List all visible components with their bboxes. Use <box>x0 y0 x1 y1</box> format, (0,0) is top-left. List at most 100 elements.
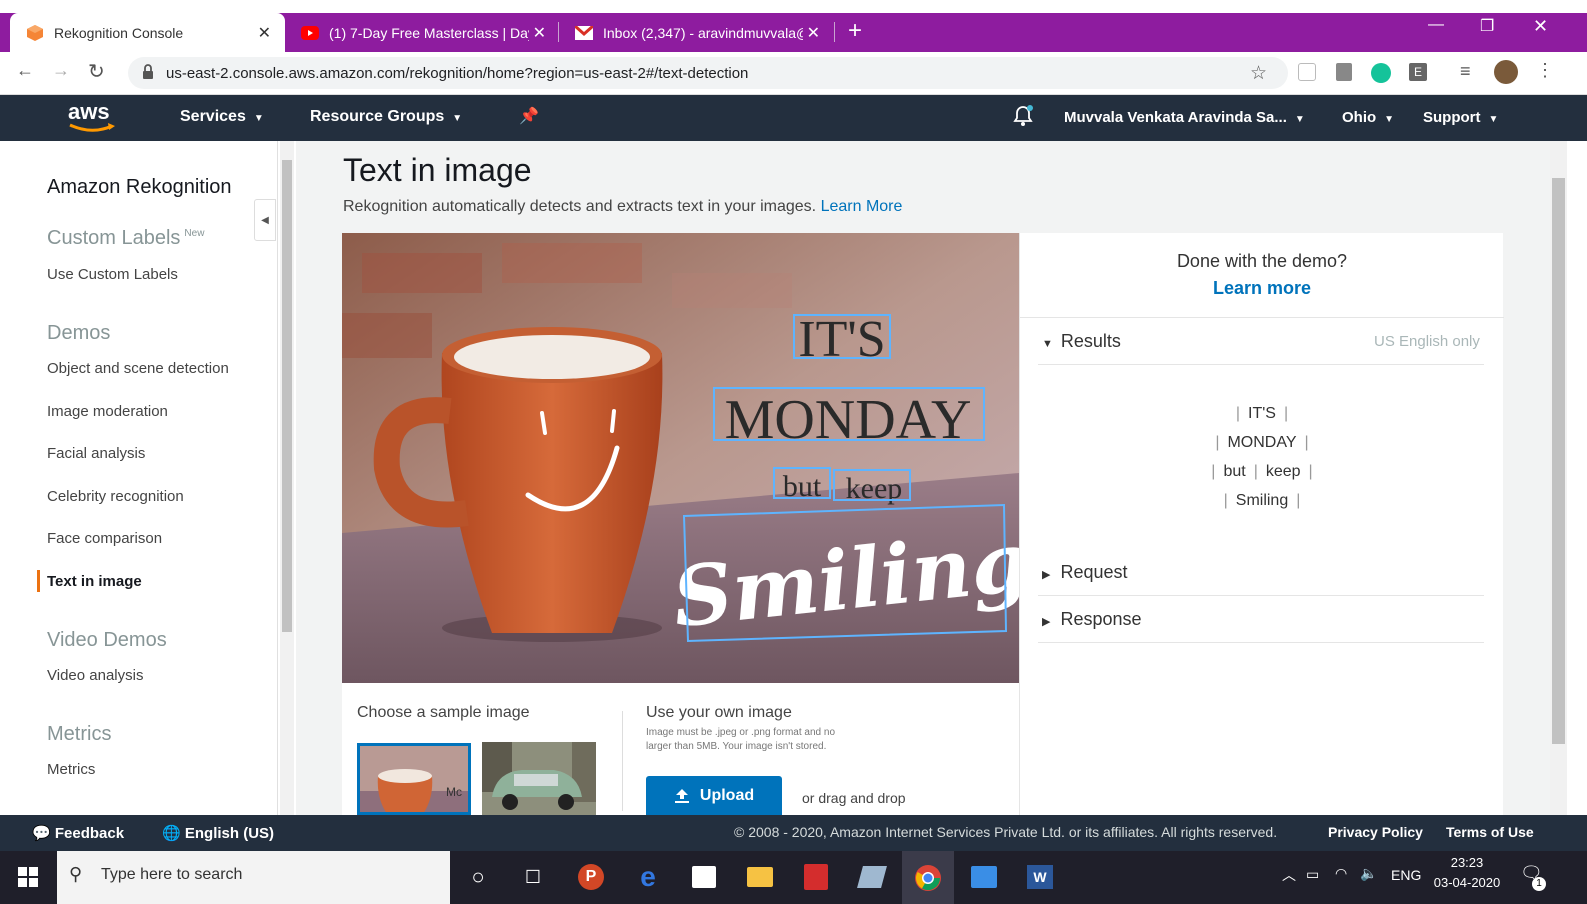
grammarly-icon[interactable] <box>1371 63 1391 83</box>
new-tab-button[interactable]: + <box>848 18 862 44</box>
caret-right-icon: ▶ <box>1042 616 1051 628</box>
custom-labels-heading: Custom Labels <box>47 227 181 249</box>
chevron-down-icon: ▼ <box>1488 114 1499 125</box>
terms-of-use-link[interactable]: Terms of Use <box>1446 824 1534 840</box>
privacy-policy-link[interactable]: Privacy Policy <box>1328 824 1423 840</box>
extension-e-icon[interactable]: E <box>1409 63 1427 81</box>
task-view-icon[interactable]: ☐ <box>515 859 551 895</box>
services-menu[interactable]: Services ▼ <box>180 108 264 126</box>
omnibox[interactable]: us-east-2.console.aws.amazon.com/rekogni… <box>128 57 1288 89</box>
sidebar-item-video-analysis[interactable]: Video analysis <box>47 667 143 684</box>
upload-label: Upload <box>699 786 755 804</box>
sidebar-item-facial-analysis[interactable]: Facial analysis <box>47 445 145 462</box>
upload-icon <box>674 788 689 803</box>
sidebar-scrollbar-thumb[interactable] <box>282 160 292 632</box>
notifications-bell-icon[interactable] <box>1013 105 1033 132</box>
acrobat-icon[interactable] <box>798 859 834 895</box>
learn-more-link[interactable]: Learn More <box>821 198 903 215</box>
sidebar-section-metrics: Metrics <box>47 723 112 745</box>
sidebar-item-face-comparison[interactable]: Face comparison <box>47 530 162 547</box>
main-scrollbar-thumb[interactable] <box>1552 178 1565 744</box>
sidebar-item-object-scene[interactable]: Object and scene detection <box>47 360 229 377</box>
divider <box>1020 317 1504 318</box>
clock-date[interactable]: 03-04-2020 <box>1432 875 1502 890</box>
search-placeholder: Type here to search <box>101 866 243 883</box>
pipe-separator: | <box>1215 434 1220 451</box>
sidebar-heading: Amazon Rekognition <box>47 176 232 198</box>
done-demo-text: Done with the demo? <box>1176 251 1348 271</box>
account-menu[interactable]: Muvvala Venkata Aravinda Sa... ▼ <box>1064 109 1305 126</box>
learn-more-link[interactable]: Learn more <box>1020 278 1504 299</box>
support-menu[interactable]: Support ▼ <box>1423 109 1498 126</box>
close-tab-icon[interactable]: ✕ <box>807 23 820 43</box>
pipe-separator: | <box>1223 492 1228 509</box>
word-app-icon[interactable]: W <box>1022 859 1058 895</box>
chrome-app-icon[interactable] <box>902 851 954 904</box>
photos-app-icon[interactable] <box>966 859 1002 895</box>
new-badge: New <box>184 228 205 240</box>
sidebar-item-image-moderation[interactable]: Image moderation <box>47 403 168 420</box>
chevron-down-icon: ▼ <box>253 113 264 124</box>
media-control-icon[interactable]: ≡ <box>1460 61 1471 82</box>
upload-button[interactable]: Upload <box>646 776 782 815</box>
edge-browser-icon[interactable]: e <box>630 859 666 895</box>
address-bar: ← → ↻ us-east-2.console.aws.amazon.com/r… <box>0 52 1587 95</box>
forward-arrow-icon[interactable]: → <box>52 60 70 81</box>
caret-right-icon: ▶ <box>1042 569 1051 581</box>
restore-window-icon[interactable]: ❐ <box>1480 16 1494 36</box>
region-menu[interactable]: Ohio ▼ <box>1342 109 1394 126</box>
sidebar-item-text-in-image[interactable]: Text in image <box>47 573 142 590</box>
cortana-icon[interactable]: ○ <box>460 859 496 895</box>
extension-icon[interactable] <box>1336 63 1352 81</box>
sample-image-car[interactable] <box>482 742 596 815</box>
support-label: Support <box>1423 109 1481 126</box>
extension-icon[interactable] <box>1298 63 1316 81</box>
pipe-separator: | <box>1211 463 1216 480</box>
clock-time[interactable]: 23:23 <box>1432 855 1502 870</box>
request-label: Request <box>1060 562 1128 582</box>
results-toggle[interactable]: ▼ Results <box>1042 331 1121 352</box>
file-explorer-icon[interactable] <box>742 859 778 895</box>
tab-rekognition-console[interactable]: Rekognition Console ✕ <box>10 13 285 52</box>
response-toggle[interactable]: ▶ Response <box>1042 609 1142 630</box>
wifi-icon[interactable]: ◠ <box>1335 865 1347 882</box>
tab-youtube[interactable]: (1) 7-Day Free Masterclass | Day ✕ <box>285 13 560 52</box>
powerpoint-app-icon[interactable]: P <box>573 859 609 895</box>
own-image-hint-2: larger than 5MB. Your image isn't stored… <box>646 741 827 752</box>
aws-logo[interactable]: aws <box>68 99 115 132</box>
feedback-button[interactable]: 💬 Feedback <box>32 824 124 842</box>
pin-icon[interactable]: 📌 <box>519 106 539 126</box>
show-hidden-icons-chevron-icon[interactable]: ︿ <box>1282 865 1296 885</box>
resource-groups-menu[interactable]: Resource Groups ▼ <box>310 108 462 126</box>
tab-gmail[interactable]: Inbox (2,347) - aravindmuvvala@ ✕ <box>559 13 834 52</box>
reload-icon[interactable]: ↻ <box>88 59 105 84</box>
youtube-icon <box>301 24 319 42</box>
close-window-icon[interactable]: ✕ <box>1533 16 1548 37</box>
chrome-menu-icon[interactable]: ⋮ <box>1536 60 1554 81</box>
notepad-app-icon[interactable] <box>854 859 890 895</box>
input-language[interactable]: ENG <box>1391 867 1421 883</box>
sample-image-coffee[interactable]: Mc <box>357 743 471 815</box>
sidebar-item-metrics[interactable]: Metrics <box>47 761 95 778</box>
collapse-sidebar-button[interactable]: ◀ <box>254 199 276 241</box>
sidebar-item-celebrity-recognition[interactable]: Celebrity recognition <box>47 488 184 505</box>
request-toggle[interactable]: ▶ Request <box>1042 562 1128 583</box>
services-label: Services <box>180 108 246 125</box>
sidebar-item-use-custom-labels[interactable]: Use Custom Labels <box>47 266 178 283</box>
store-icon[interactable] <box>686 859 722 895</box>
svg-text:Mc: Mc <box>446 785 462 799</box>
windows-start-icon[interactable] <box>10 859 46 895</box>
volume-icon[interactable]: 🔈 <box>1360 865 1377 882</box>
pipe-separator: | <box>1304 434 1309 451</box>
profile-avatar[interactable] <box>1494 60 1518 84</box>
divider <box>1038 595 1484 596</box>
bookmark-star-icon[interactable]: ☆ <box>1250 62 1267 85</box>
close-tab-icon[interactable]: ✕ <box>258 23 271 43</box>
close-tab-icon[interactable]: ✕ <box>533 23 546 43</box>
back-arrow-icon[interactable]: ← <box>16 60 34 81</box>
taskbar-search-box[interactable]: ⚲ Type here to search <box>57 851 450 904</box>
battery-icon[interactable]: ▭ <box>1306 866 1319 883</box>
language-selector[interactable]: 🌐 English (US) <box>162 824 274 842</box>
results-panel: Done with the demo? Learn more ▼ Results … <box>1019 233 1504 815</box>
minimize-window-icon[interactable]: — <box>1428 16 1444 34</box>
